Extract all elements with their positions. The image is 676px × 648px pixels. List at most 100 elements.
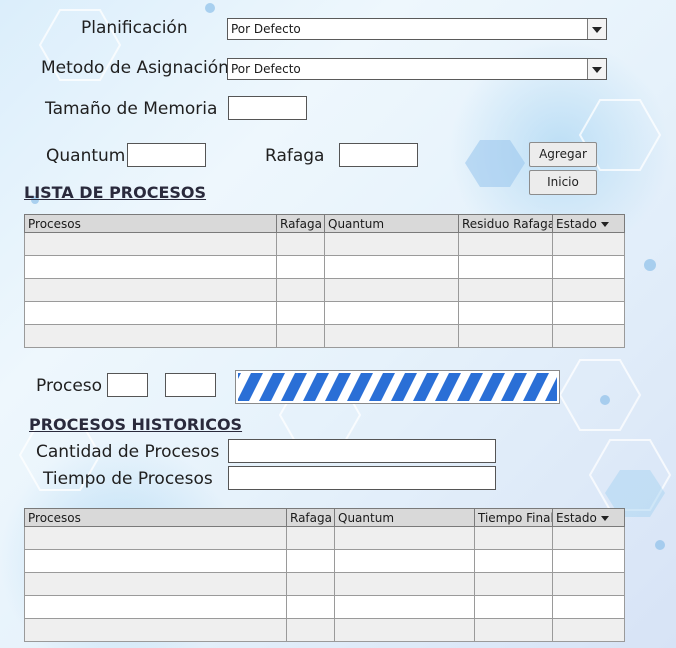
table-header-row: Procesos Rafaga Quantum Tiempo Final Est… bbox=[24, 508, 625, 527]
table-cell[interactable] bbox=[474, 572, 553, 596]
table-row[interactable] bbox=[24, 324, 625, 348]
table-row[interactable] bbox=[24, 232, 625, 256]
column-header-residuo[interactable]: Residuo Rafaga bbox=[458, 214, 553, 233]
table-cell[interactable] bbox=[24, 549, 287, 573]
table-cell[interactable] bbox=[552, 618, 625, 642]
chevron-down-icon[interactable] bbox=[587, 19, 606, 39]
table-row[interactable] bbox=[24, 526, 625, 550]
table-cell[interactable] bbox=[474, 549, 553, 573]
agregar-button[interactable]: Agregar bbox=[529, 142, 597, 167]
table-cell[interactable] bbox=[24, 572, 287, 596]
table-cell[interactable] bbox=[334, 549, 475, 573]
table-cell[interactable] bbox=[334, 618, 475, 642]
table-cell[interactable] bbox=[276, 324, 325, 348]
table-cell[interactable] bbox=[276, 232, 325, 256]
table-cell[interactable] bbox=[458, 232, 553, 256]
table-row[interactable] bbox=[24, 572, 625, 596]
table-cell[interactable] bbox=[276, 301, 325, 325]
planificacion-value: Por Defecto bbox=[231, 22, 301, 36]
column-header-procesos[interactable]: Procesos bbox=[24, 214, 277, 233]
chevron-down-icon[interactable] bbox=[587, 59, 606, 79]
table-cell[interactable] bbox=[324, 324, 459, 348]
inicio-button[interactable]: Inicio bbox=[529, 170, 597, 195]
quantum-label: Quantum bbox=[46, 146, 126, 166]
estado-header-label: Estado bbox=[556, 510, 597, 525]
tiempo-procesos-field[interactable] bbox=[228, 466, 496, 490]
table-cell[interactable] bbox=[286, 595, 335, 619]
table-cell[interactable] bbox=[552, 301, 625, 325]
table-cell[interactable] bbox=[24, 595, 287, 619]
table-row[interactable] bbox=[24, 301, 625, 325]
column-header-tiempo-final[interactable]: Tiempo Final bbox=[474, 508, 553, 527]
table-cell[interactable] bbox=[458, 324, 553, 348]
table-cell[interactable] bbox=[474, 526, 553, 550]
table-cell[interactable] bbox=[24, 526, 287, 550]
table-cell[interactable] bbox=[24, 255, 277, 279]
proceso-id-field[interactable] bbox=[107, 373, 148, 397]
table-cell[interactable] bbox=[24, 232, 277, 256]
asignacion-dropdown[interactable]: Por Defecto bbox=[227, 58, 607, 80]
table-cell[interactable] bbox=[552, 549, 625, 573]
column-header-rafaga[interactable]: Rafaga bbox=[286, 508, 335, 527]
table-cell[interactable] bbox=[276, 255, 325, 279]
sort-arrow-icon[interactable] bbox=[600, 515, 609, 521]
table-row[interactable] bbox=[24, 595, 625, 619]
cantidad-procesos-label: Cantidad de Procesos bbox=[36, 442, 220, 462]
proceso-time-field[interactable] bbox=[165, 373, 216, 397]
column-header-quantum[interactable]: Quantum bbox=[334, 508, 475, 527]
quantum-input[interactable] bbox=[127, 143, 206, 167]
table-cell[interactable] bbox=[552, 232, 625, 256]
table-cell[interactable] bbox=[324, 278, 459, 302]
table-cell[interactable] bbox=[552, 526, 625, 550]
table-cell[interactable] bbox=[552, 595, 625, 619]
historicos-title: PROCESOS HISTORICOS bbox=[29, 415, 243, 434]
sort-arrow-icon[interactable] bbox=[600, 221, 609, 227]
memoria-input[interactable] bbox=[228, 96, 307, 120]
table-cell[interactable] bbox=[24, 618, 287, 642]
table-cell[interactable] bbox=[276, 278, 325, 302]
planificacion-dropdown[interactable]: Por Defecto bbox=[227, 18, 607, 40]
table-row[interactable] bbox=[24, 549, 625, 573]
table-cell[interactable] bbox=[24, 324, 277, 348]
table-cell[interactable] bbox=[334, 572, 475, 596]
table-cell[interactable] bbox=[458, 301, 553, 325]
table-cell[interactable] bbox=[458, 278, 553, 302]
table-row[interactable] bbox=[24, 278, 625, 302]
table-row[interactable] bbox=[24, 255, 625, 279]
table-header-row: Procesos Rafaga Quantum Residuo Rafaga E… bbox=[24, 214, 625, 233]
lista-procesos-title: LISTA DE PROCESOS bbox=[24, 183, 207, 202]
column-header-estado[interactable]: Estado bbox=[552, 214, 625, 233]
table-cell[interactable] bbox=[24, 301, 277, 325]
asignacion-label: Metodo de Asignación bbox=[41, 58, 229, 78]
table-cell[interactable] bbox=[286, 526, 335, 550]
table-cell[interactable] bbox=[286, 618, 335, 642]
lista-procesos-table: Procesos Rafaga Quantum Residuo Rafaga E… bbox=[24, 214, 625, 348]
rafaga-input[interactable] bbox=[339, 143, 418, 167]
table-cell[interactable] bbox=[324, 255, 459, 279]
table-cell[interactable] bbox=[552, 572, 625, 596]
table-cell[interactable] bbox=[324, 301, 459, 325]
table-cell[interactable] bbox=[286, 549, 335, 573]
planificacion-label: Planificación bbox=[81, 18, 188, 38]
table-cell[interactable] bbox=[474, 618, 553, 642]
table-cell[interactable] bbox=[458, 255, 553, 279]
table-cell[interactable] bbox=[324, 232, 459, 256]
memoria-label: Tamaño de Memoria bbox=[45, 99, 218, 119]
table-cell[interactable] bbox=[334, 526, 475, 550]
table-row[interactable] bbox=[24, 618, 625, 642]
column-header-estado[interactable]: Estado bbox=[552, 508, 625, 527]
table-cell[interactable] bbox=[24, 278, 277, 302]
progress-bar bbox=[235, 370, 560, 404]
table-cell[interactable] bbox=[552, 278, 625, 302]
column-header-rafaga[interactable]: Rafaga bbox=[276, 214, 325, 233]
asignacion-value: Por Defecto bbox=[231, 62, 301, 76]
column-header-quantum[interactable]: Quantum bbox=[324, 214, 459, 233]
column-header-procesos[interactable]: Procesos bbox=[24, 508, 287, 527]
table-cell[interactable] bbox=[286, 572, 335, 596]
historicos-table: Procesos Rafaga Quantum Tiempo Final Est… bbox=[24, 508, 625, 642]
cantidad-procesos-field[interactable] bbox=[228, 439, 496, 463]
table-cell[interactable] bbox=[552, 255, 625, 279]
table-cell[interactable] bbox=[552, 324, 625, 348]
table-cell[interactable] bbox=[334, 595, 475, 619]
table-cell[interactable] bbox=[474, 595, 553, 619]
